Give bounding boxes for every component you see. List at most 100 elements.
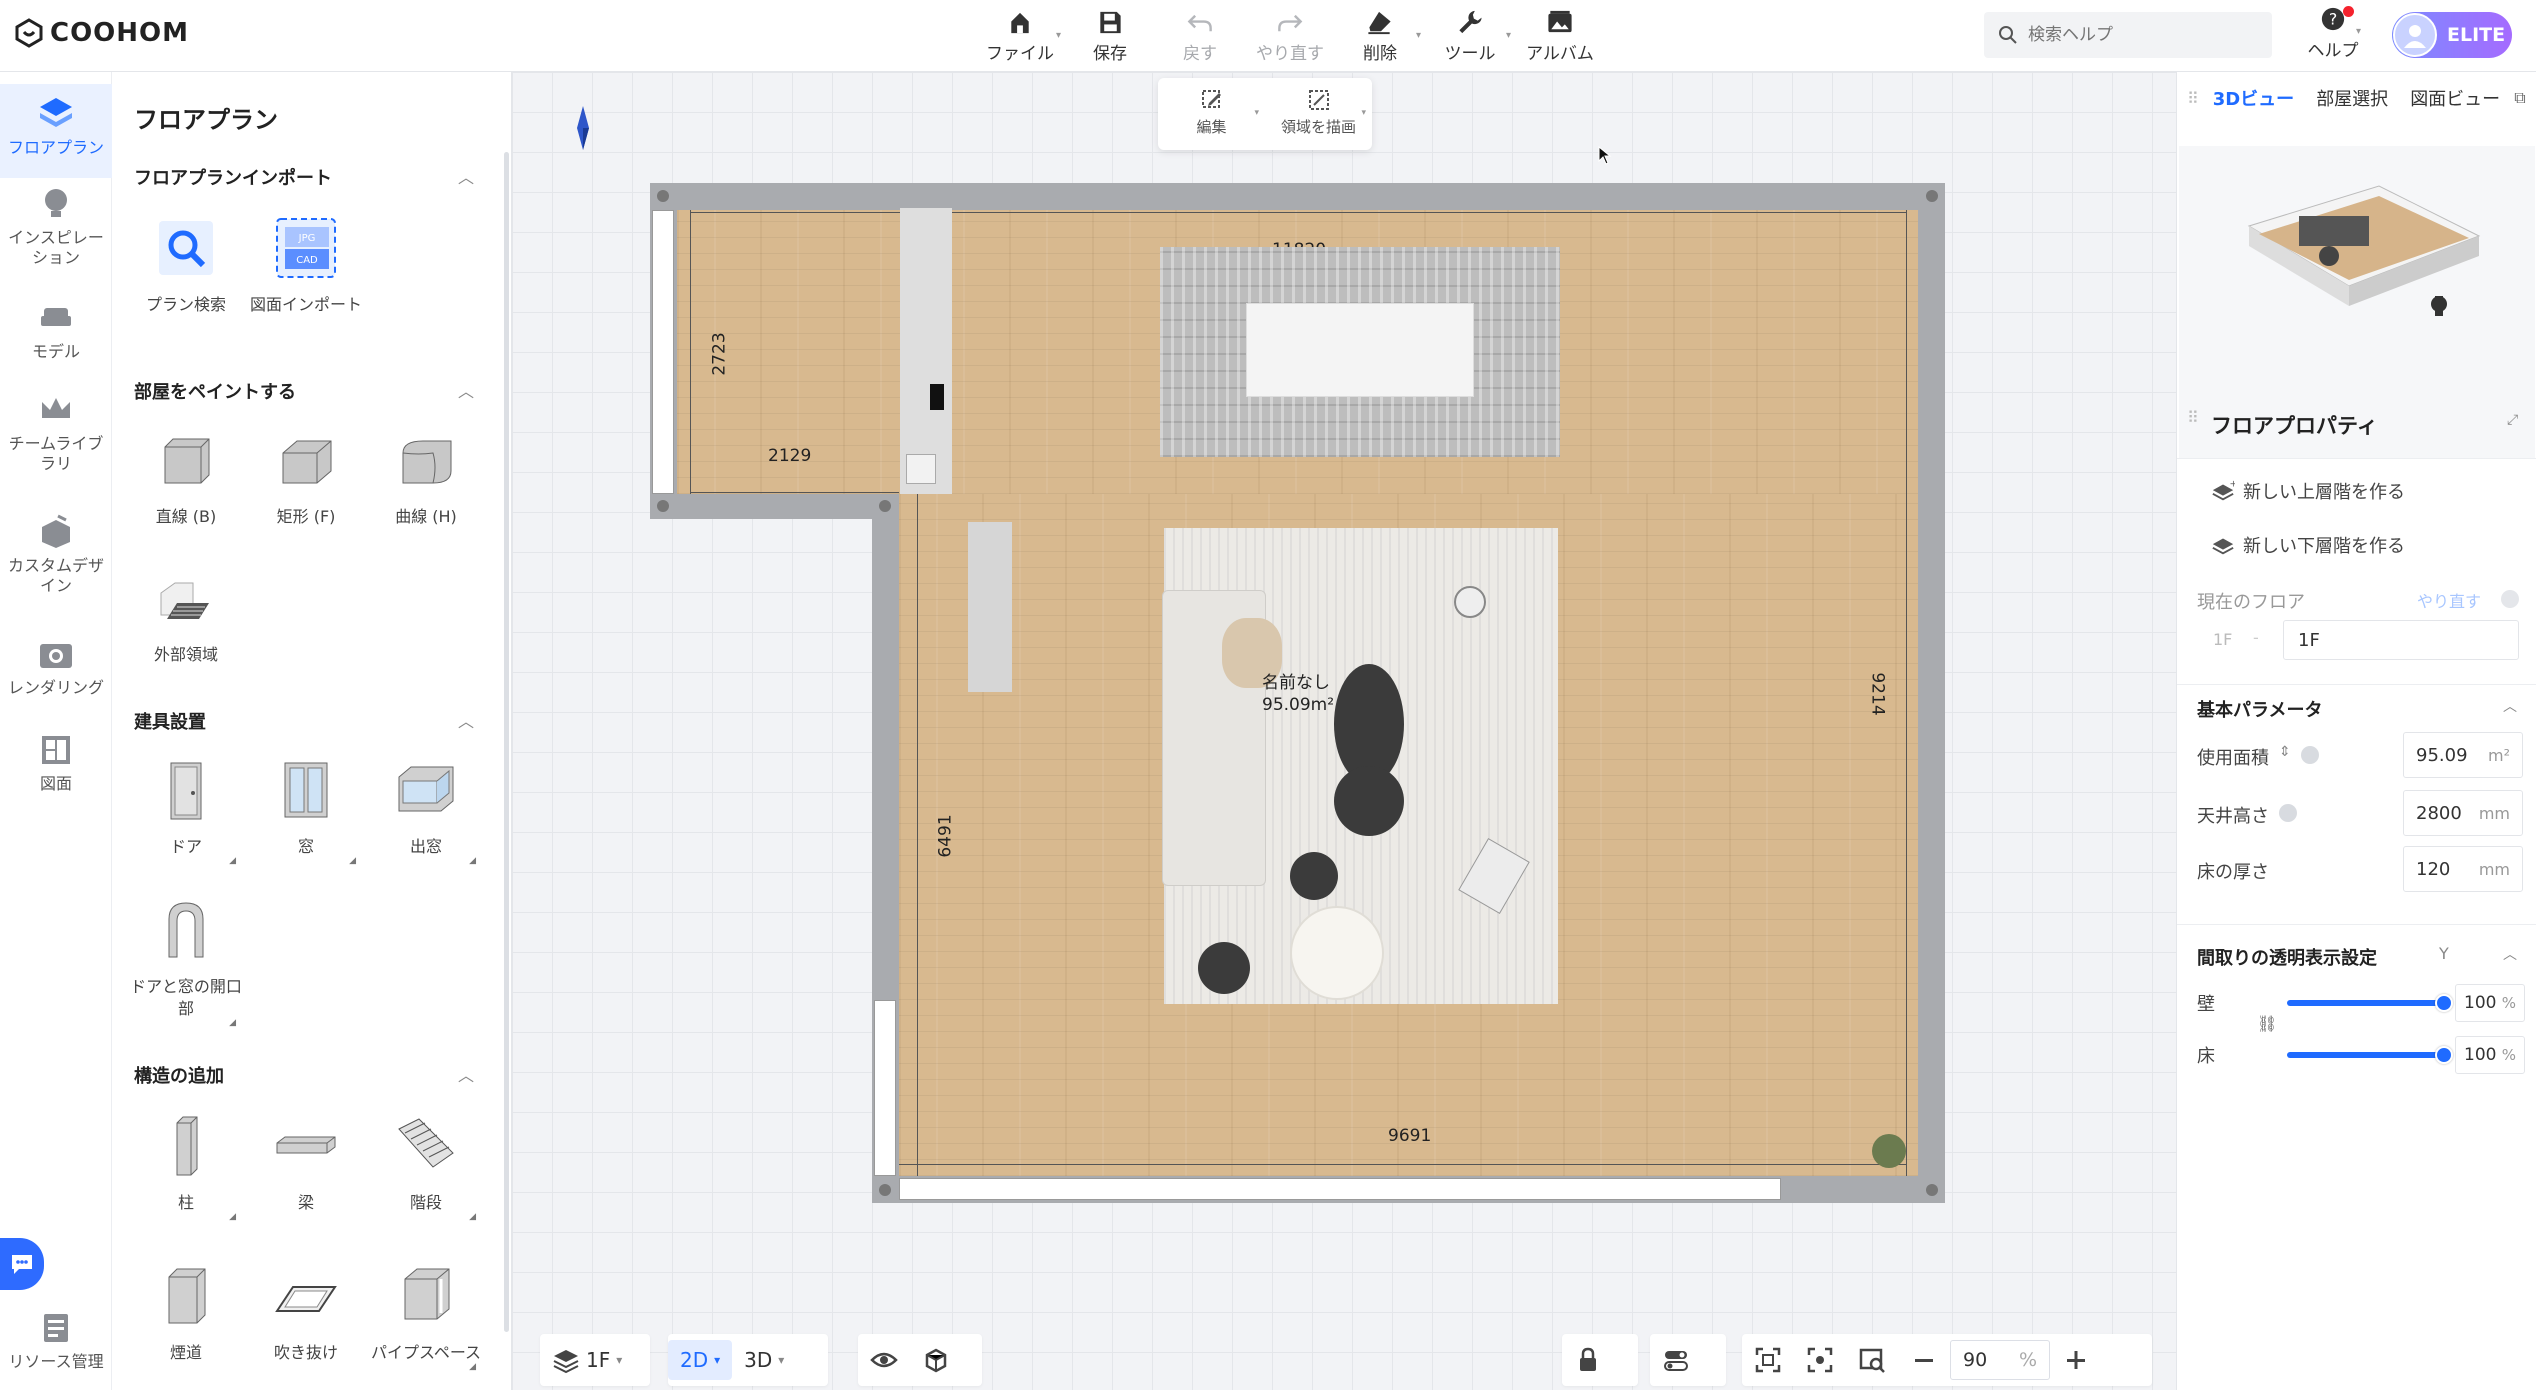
floor-opacity-slider[interactable] [2287, 1046, 2453, 1064]
add-upper-floor-button[interactable]: + 新しい上層階を作る [2211, 478, 2405, 504]
sideboard[interactable] [968, 522, 1012, 692]
dimension-left-upper[interactable]: 2723 [710, 332, 730, 375]
file-menu-button[interactable]: ファイル ▾ [975, 6, 1065, 64]
line-draw-tool[interactable]: 直線 (B) [126, 422, 246, 528]
wall-node[interactable] [879, 1184, 891, 1196]
wall-top[interactable] [650, 183, 1945, 210]
plan-search-tool[interactable]: プラン検索 [126, 210, 246, 316]
floor-switcher[interactable]: 1F ▾ [540, 1334, 650, 1386]
window-bottom[interactable] [899, 1178, 1781, 1200]
wall-node[interactable] [657, 500, 669, 512]
chevron-up-icon[interactable]: ︿ [458, 708, 474, 732]
zoom-area-button[interactable] [1846, 1340, 1898, 1380]
undo-button[interactable]: 戻す [1155, 6, 1245, 64]
dining-table[interactable] [1246, 303, 1474, 397]
column-tool[interactable]: 柱 ◢ [126, 1108, 246, 1222]
coffee-table-round[interactable] [1334, 766, 1404, 836]
nav-drawing[interactable]: 図面 [0, 730, 112, 794]
wall-node[interactable] [1926, 190, 1938, 202]
dimension-left-lower[interactable]: 6491 [936, 814, 956, 857]
chevron-up-icon[interactable]: ︿ [2503, 944, 2517, 964]
window-left-upper[interactable] [652, 210, 674, 494]
window-left-lower[interactable] [874, 1000, 896, 1176]
sort-icon[interactable]: ⇕ [2279, 744, 2291, 760]
chevron-up-icon[interactable]: ︿ [458, 378, 474, 402]
dimension-bottom[interactable]: 9691 [1388, 1126, 1431, 1146]
opening-tool[interactable]: ドアと窓の開口部 ◢ [126, 892, 246, 1028]
wall-opacity-input[interactable]: 100% [2455, 984, 2525, 1022]
coohom-logo[interactable]: COOHOM [14, 16, 189, 50]
drag-handle-icon[interactable]: ⠿ [2187, 408, 2199, 427]
drawing-import-tool[interactable]: JPG CAD 図面インポート [246, 210, 366, 316]
nav-inspiration[interactable]: インスピレーション [0, 184, 112, 268]
save-button[interactable]: 保存 [1065, 6, 1155, 64]
zoom-input[interactable]: 90% [1950, 1340, 2050, 1380]
wall-opacity-slider[interactable] [2287, 994, 2453, 1012]
chat-support-button[interactable] [0, 1238, 44, 1290]
edit-button[interactable]: 編集 ▾ [1158, 78, 1265, 150]
slider-knob[interactable] [2435, 994, 2453, 1012]
void-tool[interactable]: 吹き抜け [246, 1258, 366, 1364]
help-search[interactable] [1984, 12, 2272, 58]
album-button[interactable]: アルバム [1515, 6, 1605, 64]
add-lower-floor-button[interactable]: 新しい下層階を作る [2211, 532, 2405, 558]
cube-view-button[interactable] [910, 1340, 962, 1380]
door-tool[interactable]: ドア ◢ [126, 752, 246, 866]
chevron-up-icon[interactable]: ︿ [458, 164, 474, 188]
slider-knob[interactable] [2435, 1046, 2453, 1064]
view-2d-button[interactable]: 2D ▾ [668, 1340, 733, 1380]
dimension-left-inner[interactable]: 2129 [768, 446, 811, 466]
appliance[interactable] [930, 384, 944, 410]
side-table[interactable] [1290, 852, 1338, 900]
view-3d-button[interactable]: 3D ▾ [732, 1340, 796, 1380]
nav-resource-management[interactable]: リソース管理 [0, 1308, 112, 1372]
floor-opacity-input[interactable]: 100% [2455, 1036, 2525, 1074]
flue-tool[interactable]: 煙道 [126, 1258, 246, 1364]
chevron-up-icon[interactable]: ︿ [2503, 696, 2517, 716]
zoom-in-button[interactable] [2050, 1340, 2102, 1380]
plant[interactable] [1872, 1134, 1906, 1168]
nav-model[interactable]: モデル [0, 298, 112, 362]
expand-icon[interactable]: ⤢ [2507, 412, 2518, 428]
side-table[interactable] [1198, 942, 1250, 994]
bay-window-tool[interactable]: 出窓 ◢ [366, 752, 486, 866]
drag-handle-icon[interactable]: ⠿ [2187, 89, 2199, 108]
redo-button[interactable]: やり直す [1245, 6, 1335, 64]
tools-menu-button[interactable]: ツール ▾ [1425, 6, 1515, 64]
popout-icon[interactable]: ⧉ [2514, 88, 2525, 108]
nav-team-library[interactable]: チームライブラリ [0, 390, 112, 474]
tab-3d-view[interactable]: 3Dビュー [2205, 85, 2302, 111]
kitchen-counter[interactable] [900, 208, 952, 494]
external-area-tool[interactable]: 外部領域 [126, 560, 246, 666]
help-search-input[interactable] [2028, 25, 2248, 45]
lock-button[interactable] [1562, 1340, 1614, 1380]
curve-draw-tool[interactable]: 曲線 (H) [366, 422, 486, 528]
beam-tool[interactable]: 梁 [246, 1108, 366, 1214]
settings-toggle-button[interactable] [1650, 1340, 1702, 1380]
nav-custom-design[interactable]: カスタムデザイン [0, 512, 112, 596]
redo-floor-link[interactable]: やり直す [2417, 588, 2481, 612]
draw-area-button[interactable]: 領域を描画 ▾ [1265, 78, 1372, 150]
ceiling-height-input[interactable]: 2800 mm [2403, 790, 2523, 836]
zoom-out-button[interactable] [1898, 1340, 1950, 1380]
rectangle-draw-tool[interactable]: 矩形 (F) [246, 422, 366, 528]
delete-menu-button[interactable]: 削除 ▾ [1335, 6, 1425, 64]
compass-icon[interactable] [574, 106, 592, 150]
focus-button[interactable] [1794, 1340, 1846, 1380]
wall-node[interactable] [879, 500, 891, 512]
nav-floorplan[interactable]: フロアプラン [0, 84, 112, 178]
room-label[interactable]: 名前なし 95.09m² [1262, 672, 1334, 716]
window-tool[interactable]: 窓 ◢ [246, 752, 366, 866]
wall-node[interactable] [1926, 1184, 1938, 1196]
chevron-up-icon[interactable]: ︿ [458, 1062, 474, 1086]
tab-drawing-view[interactable]: 図面ビュー [2402, 85, 2508, 111]
visibility-button[interactable] [858, 1340, 910, 1380]
tab-room-select[interactable]: 部屋選択 [2308, 85, 2396, 111]
current-floor-input[interactable]: 1F [2283, 620, 2519, 660]
stairs-tool[interactable]: 階段 ◢ [366, 1108, 486, 1222]
wall-node[interactable] [657, 190, 669, 202]
wall-right[interactable] [1918, 183, 1945, 1203]
fit-view-button[interactable] [1742, 1340, 1794, 1380]
user-account-button[interactable]: ELITE [2392, 12, 2512, 58]
usable-area-input[interactable]: 95.09 m² [2403, 732, 2523, 778]
